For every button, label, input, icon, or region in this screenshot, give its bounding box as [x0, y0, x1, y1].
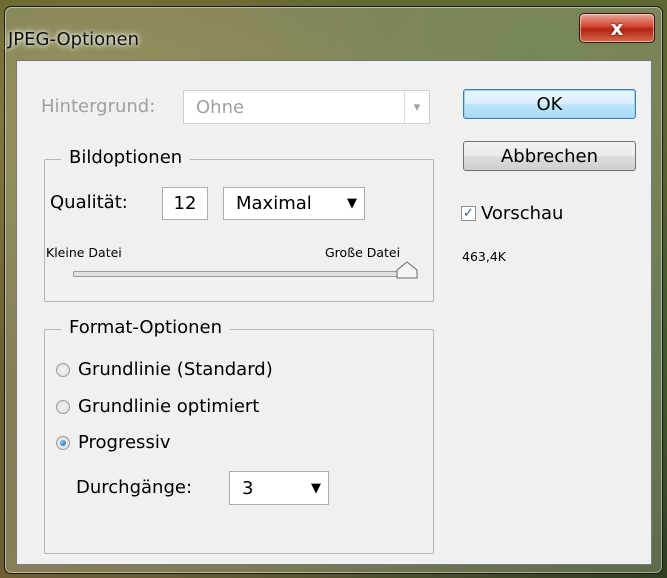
cancel-button[interactable]: Abbrechen — [463, 141, 636, 171]
passes-select[interactable]: 3 ▼ — [229, 471, 329, 505]
radio-baseline-optimized[interactable]: Grundlinie optimiert — [56, 396, 356, 420]
close-button[interactable]: x — [579, 13, 655, 43]
background-select: Ohne ▾ — [183, 90, 430, 124]
image-options-group: Bildoptionen — [44, 147, 434, 302]
background-select-value: Ohne — [196, 96, 245, 118]
chevron-down-icon: ▾ — [404, 91, 429, 123]
slider-max-label: Große Datei — [325, 245, 401, 260]
image-options-legend: Bildoptionen — [61, 147, 191, 168]
ok-button-label: OK — [536, 93, 563, 115]
background-label: Hintergrund: — [41, 96, 156, 117]
radio-label: Grundlinie optimiert — [78, 396, 260, 417]
dialog-body: Hintergrund: Ohne ▾ Bildoptionen Qualitä… — [16, 60, 652, 565]
passes-label: Durchgänge: — [76, 477, 193, 498]
radio-progressive[interactable]: Progressiv — [56, 432, 356, 456]
radio-button[interactable] — [56, 400, 70, 414]
ok-button[interactable]: OK — [463, 89, 636, 119]
radio-baseline-standard[interactable]: Grundlinie (Standard) — [56, 359, 356, 383]
preview-checkbox[interactable]: ✓ — [461, 206, 476, 221]
preview-toggle[interactable]: ✓ Vorschau — [461, 201, 631, 225]
quality-label: Qualität: — [50, 192, 128, 213]
radio-label: Grundlinie (Standard) — [78, 359, 273, 380]
quality-input[interactable]: 12 — [162, 187, 208, 220]
cancel-button-label: Abbrechen — [500, 145, 599, 167]
quality-preset-value: Maximal — [236, 193, 312, 214]
quality-slider-thumb[interactable] — [396, 261, 418, 279]
quality-preset-select[interactable]: Maximal ▼ — [223, 187, 365, 220]
radio-button[interactable] — [56, 436, 70, 450]
radio-button[interactable] — [56, 363, 70, 377]
checkmark-icon: ✓ — [463, 206, 474, 221]
dialog-title: JPEG-Optionen — [8, 29, 140, 50]
chevron-down-icon: ▼ — [347, 196, 357, 211]
file-size-text: 463,4K — [462, 249, 506, 264]
chevron-down-icon: ▼ — [311, 480, 321, 496]
close-icon: x — [610, 16, 624, 40]
slider-thumb-icon — [396, 261, 418, 279]
passes-value: 3 — [242, 477, 254, 499]
preview-label: Vorschau — [481, 203, 564, 224]
radio-label: Progressiv — [78, 432, 171, 453]
format-options-legend: Format-Optionen — [61, 317, 230, 338]
quality-input-value: 12 — [173, 193, 197, 214]
quality-slider-track[interactable] — [73, 271, 411, 277]
slider-min-label: Kleine Datei — [46, 245, 122, 260]
